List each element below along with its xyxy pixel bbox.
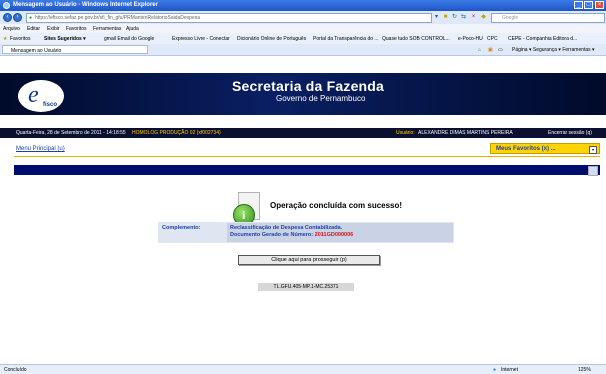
zoom-level[interactable]: 125%: [578, 367, 591, 373]
session-info-bar: Quarta-Feira, 28 de Setembro de 2011 - 1…: [0, 128, 606, 138]
address-url: https://efisco.sefaz.pe.gov.br/sfi_fin_g…: [35, 15, 200, 21]
main-menu-link[interactable]: Menu Principal (u): [16, 146, 65, 152]
window-title: Mensagem ao Usuário - Windows Internet E…: [13, 2, 158, 8]
compat-icon[interactable]: ▾: [433, 14, 440, 21]
status-text: Concluído: [4, 367, 27, 373]
fav-link-cpc[interactable]: CPC: [487, 36, 498, 42]
favorites-dropdown-label: Meus Favoritos (x) ...: [496, 146, 556, 152]
tab-mensagem[interactable]: Mensagem ao Usuário: [2, 45, 148, 54]
address-row: ‹ › ● https://efisco.sefaz.pe.gov.br/sfi…: [0, 11, 606, 25]
screen-code: TL.GFU.405-MP.1-MC.25371: [258, 283, 354, 291]
session-date: Quarta-Feira, 28 de Setembro de 2011 - 1…: [16, 130, 126, 136]
fav-link-dicionario[interactable]: Dicionário Online de Português: [237, 36, 306, 42]
logo-text: fisco: [43, 102, 58, 108]
favorites-label[interactable]: Favoritos: [10, 36, 31, 42]
complement-line2: Documento Gerado de Número: 2011GD000006: [230, 232, 353, 238]
forward-icon[interactable]: ›: [13, 13, 22, 22]
window-title-bar: Mensagem ao Usuário - Windows Internet E…: [0, 0, 606, 11]
favorites-star-icon: ★: [3, 36, 8, 42]
document-number: 2011GD000006: [314, 232, 354, 238]
refresh-icon[interactable]: ↻: [451, 14, 458, 21]
ie-icon: [3, 2, 10, 9]
banner-subtitle: Governo de Pernambuco: [276, 94, 366, 103]
fav-link-expresso[interactable]: Expresso Livre - Conectar: [172, 36, 230, 42]
efisco-logo: e fisco: [18, 80, 64, 112]
tab-row: Mensagem ao Usuário ⌂ ▣ ▭ Página ▾ Segur…: [0, 44, 606, 56]
chevron-down-icon: ▾: [589, 146, 597, 154]
help-icon[interactable]: [588, 166, 598, 176]
session-environment: HOMOLOG PRODUÇÃO 02 (xf002734): [132, 130, 221, 136]
live-search-icon[interactable]: ◆: [480, 14, 487, 21]
stop-icon[interactable]: ×: [470, 14, 477, 21]
search-input[interactable]: Google: [491, 13, 605, 23]
success-message: Operação concluída com sucesso!: [270, 201, 403, 210]
back-icon[interactable]: ‹: [3, 13, 12, 22]
security-zone: Internet: [501, 367, 518, 373]
complement-label: Complemento:: [162, 225, 201, 231]
minimize-button[interactable]: _: [574, 1, 583, 9]
fav-link-sites[interactable]: Sites Sugeridos ▾: [44, 36, 86, 42]
menu-arquivo[interactable]: Arquivo: [3, 26, 20, 32]
document-label: Documento Gerado de Número:: [230, 232, 314, 238]
https-icon: ●: [29, 15, 33, 21]
close-button[interactable]: ×: [595, 1, 604, 9]
logout-link[interactable]: Encerrar sessão (q): [548, 130, 592, 136]
maximize-button[interactable]: □: [584, 1, 593, 9]
menu-ajuda[interactable]: Ajuda: [126, 26, 139, 32]
menu-exibir[interactable]: Exibir: [47, 26, 60, 32]
continue-button[interactable]: Clique aqui para prosseguir (p): [238, 255, 380, 265]
user-label: Usuário:: [396, 130, 415, 136]
search-placeholder: Google: [502, 15, 519, 21]
rss-icon[interactable]: ⇆: [460, 14, 467, 21]
menu-editar[interactable]: Editar: [27, 26, 40, 32]
complement-line1: Reclassificação de Despesa Contabilizada…: [230, 225, 343, 231]
home-icon[interactable]: ⌂: [478, 47, 481, 53]
user-name: ALEXANDRE DIMAS MARTINS PEREIRA: [418, 130, 513, 136]
success-icon: i: [233, 192, 265, 226]
feeds-icon[interactable]: ▣: [488, 47, 493, 53]
favorites-dropdown[interactable]: Meus Favoritos (x) ... ▾: [490, 143, 600, 154]
fav-link-transparencia[interactable]: Portal da Transparência do ...: [313, 36, 379, 42]
tab-label: Mensagem ao Usuário: [11, 48, 62, 54]
print-icon[interactable]: ▭: [498, 47, 503, 53]
menu-ferramentas[interactable]: Ferramentas: [93, 26, 121, 32]
divider: [14, 156, 600, 157]
fav-link-epoco[interactable]: e-Poco-HU: [458, 36, 483, 42]
menu-favoritos[interactable]: Favoritos: [66, 26, 87, 32]
complement-value: Reclassificação de Despesa Contabilizada…: [227, 223, 453, 242]
fav-link-quase-tudo[interactable]: Quase tudo SOB CONTROL...: [382, 36, 450, 42]
page-header-bar: [14, 165, 600, 176]
banner-title: Secretaria da Fazenda: [232, 78, 385, 94]
address-bar[interactable]: ● https://efisco.sefaz.pe.gov.br/sfi_fin…: [26, 13, 432, 23]
tab-tools-menu[interactable]: Página ▾ Segurança ▾ Ferramentas ▾: [512, 47, 595, 53]
lock-icon[interactable]: ■: [442, 14, 449, 21]
fav-link-gmail[interactable]: gmail Email do Google: [104, 36, 154, 42]
complement-panel: Complemento: Reclassificação de Despesa …: [158, 222, 454, 243]
fav-link-cepe[interactable]: CEPE - Companhia Editora d...: [508, 36, 577, 42]
internet-zone-icon: ●: [493, 367, 497, 373]
